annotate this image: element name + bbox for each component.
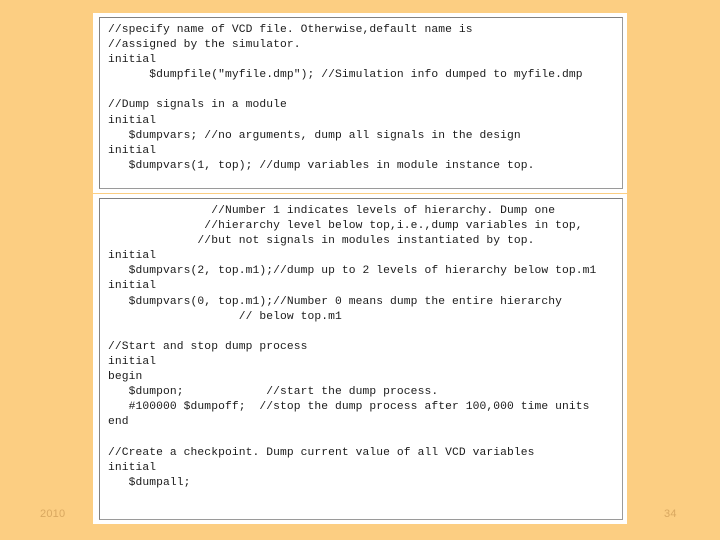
code-box-1: //specify name of VCD file. Otherwise,de… <box>99 17 623 189</box>
code-line: //but not signals in modules instantiate… <box>108 235 535 248</box>
code-line: initial <box>108 114 157 127</box>
code-line: //Create a checkpoint. Dump current valu… <box>108 446 535 459</box>
code-line: //assigned by the simulator. <box>108 39 301 52</box>
code-line: initial <box>108 250 157 263</box>
code-line: $dumpon; //start the dump process. <box>108 386 439 399</box>
code-line: // below top.m1 <box>108 310 342 323</box>
code-line: //Start and stop dump process <box>108 340 308 353</box>
code-box-2: //Number 1 indicates levels of hierarchy… <box>99 198 623 520</box>
code-text-hierarchy-dumpon-dumpall: //Number 1 indicates levels of hierarchy… <box>108 204 622 491</box>
code-line: begin <box>108 371 143 384</box>
code-line: initial <box>108 355 157 368</box>
footer-year: 2010 <box>40 508 66 520</box>
code-line: $dumpall; <box>108 476 191 489</box>
code-line: $dumpvars; //no arguments, dump all sign… <box>108 129 521 142</box>
code-line: //specify name of VCD file. Otherwise,de… <box>108 24 473 36</box>
code-line: initial <box>108 461 157 474</box>
code-line: end <box>108 416 129 429</box>
code-line: $dumpfile("myfile.dmp"); //Simulation in… <box>108 69 583 82</box>
code-line: $dumpvars(0, top.m1);//Number 0 means du… <box>108 295 563 308</box>
code-text-dumpfile-dumpvars: //specify name of VCD file. Otherwise,de… <box>108 23 622 174</box>
code-line: initial <box>108 144 157 157</box>
code-line: $dumpvars(1, top); //dump variables in m… <box>108 159 535 172</box>
code-line: //Number 1 indicates levels of hierarchy… <box>108 205 556 217</box>
code-line: #100000 $dumpoff; //stop the dump proces… <box>108 401 590 414</box>
code-line: initial <box>108 54 157 67</box>
slide-canvas: //specify name of VCD file. Otherwise,de… <box>0 0 720 540</box>
footer-page-number: 34 <box>664 508 677 520</box>
code-line: //hierarchy level below top,i.e.,dump va… <box>108 220 583 233</box>
code-line: //Dump signals in a module <box>108 99 287 112</box>
code-line: $dumpvars(2, top.m1);//dump up to 2 leve… <box>108 265 597 278</box>
code-line: initial <box>108 280 157 293</box>
